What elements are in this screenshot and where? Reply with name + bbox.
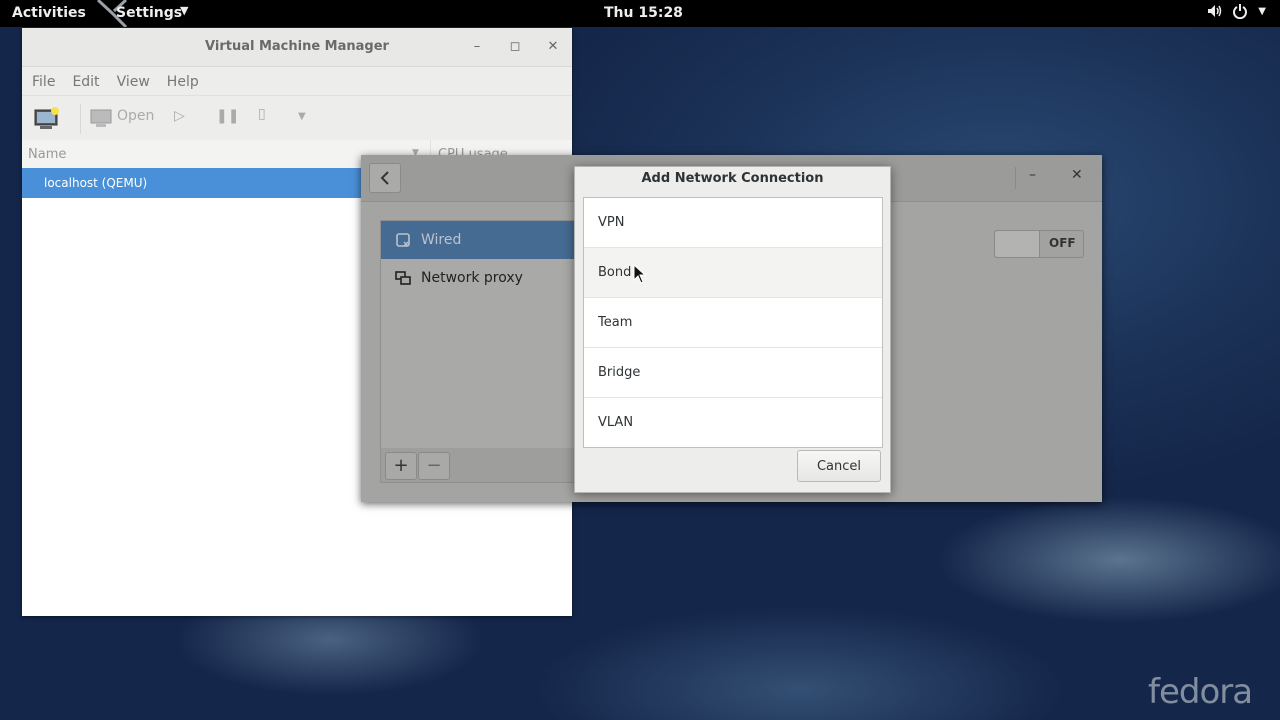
option-label: VLAN <box>598 415 634 430</box>
sidebar-item-network-proxy[interactable]: Network proxy <box>381 259 576 297</box>
open-button[interactable]: Open <box>117 108 154 124</box>
menu-file[interactable]: File <box>30 67 62 95</box>
volume-icon[interactable] <box>1206 3 1222 19</box>
toggle-label: OFF <box>1049 236 1076 250</box>
connection-sidebar: Wired Network proxy <box>380 220 577 450</box>
chevron-down-icon[interactable]: ▼ <box>180 4 188 17</box>
menu-view[interactable]: View <box>115 67 157 95</box>
maximize-icon[interactable]: ◻ <box>504 36 526 58</box>
minimize-icon[interactable]: – <box>466 36 488 58</box>
dialog-title: Add Network Connection <box>641 171 824 186</box>
add-network-connection-dialog: Add Network Connection VPN Bond Team Bri… <box>574 166 891 493</box>
wired-network-icon <box>396 233 410 247</box>
pause-icon[interactable]: ❚❚ <box>216 108 239 124</box>
chevron-down-icon[interactable]: ▼ <box>298 111 306 122</box>
system-tray[interactable]: ▼ <box>1206 3 1266 19</box>
option-label: Bridge <box>598 365 641 380</box>
option-bridge[interactable]: Bridge <box>584 348 882 398</box>
chevron-left-icon <box>380 171 389 185</box>
option-label: Team <box>598 315 633 330</box>
remove-connection-button[interactable]: − <box>418 452 450 480</box>
clock[interactable]: Thu 15:28 <box>604 5 683 21</box>
menu-help[interactable]: Help <box>165 67 206 95</box>
new-vm-icon[interactable] <box>34 107 60 131</box>
option-label: VPN <box>598 215 625 230</box>
monitor-icon[interactable] <box>90 109 112 129</box>
menu-bar: File Edit View Help <box>22 67 572 96</box>
option-bond[interactable]: Bond <box>584 248 882 298</box>
row-name: localhost (QEMU) <box>44 176 148 190</box>
top-bar: Activities Settings ▼ Thu 15:28 ▼ <box>0 0 1280 27</box>
power-icon[interactable] <box>1232 3 1248 19</box>
mouse-cursor-icon <box>633 264 647 284</box>
activities-button[interactable]: Activities <box>12 5 86 21</box>
minimize-icon[interactable]: – <box>1029 167 1036 183</box>
chevron-down-icon[interactable]: ▼ <box>1258 6 1266 17</box>
connection-toggle[interactable]: OFF <box>994 230 1084 258</box>
back-button[interactable] <box>369 163 401 193</box>
close-icon[interactable]: ✕ <box>1071 167 1083 183</box>
sidebar-toolbar: + − <box>380 448 577 483</box>
header-separator <box>1015 167 1016 189</box>
fedora-wordmark: fedora <box>1148 672 1253 712</box>
shutdown-icon[interactable]: ▯ <box>258 106 266 122</box>
option-vlan[interactable]: VLAN <box>584 398 882 447</box>
option-vpn[interactable]: VPN <box>584 198 882 248</box>
option-team[interactable]: Team <box>584 298 882 348</box>
sidebar-item-label: Network proxy <box>421 270 523 286</box>
window-title: Virtual Machine Manager <box>205 39 389 54</box>
cancel-button[interactable]: Cancel <box>797 450 881 482</box>
run-icon[interactable]: ▷ <box>174 108 185 124</box>
add-connection-button[interactable]: + <box>385 452 417 480</box>
close-icon[interactable]: ✕ <box>542 36 564 58</box>
menu-edit[interactable]: Edit <box>70 67 106 95</box>
vmm-titlebar[interactable]: Virtual Machine Manager – ◻ ✕ <box>22 28 572 67</box>
sidebar-item-wired[interactable]: Wired <box>381 221 576 259</box>
column-name[interactable]: Name <box>28 147 66 162</box>
proxy-icon <box>395 271 411 285</box>
toolbar-separator <box>80 104 81 134</box>
toggle-knob <box>995 231 1040 257</box>
option-label: Bond <box>598 265 632 280</box>
sidebar-item-label: Wired <box>421 232 462 248</box>
connection-type-list: VPN Bond Team Bridge VLAN <box>583 197 883 448</box>
app-menu[interactable]: Settings <box>116 5 182 21</box>
toolbar: Open ▷ ❚❚ ▯ ▼ <box>22 96 572 143</box>
